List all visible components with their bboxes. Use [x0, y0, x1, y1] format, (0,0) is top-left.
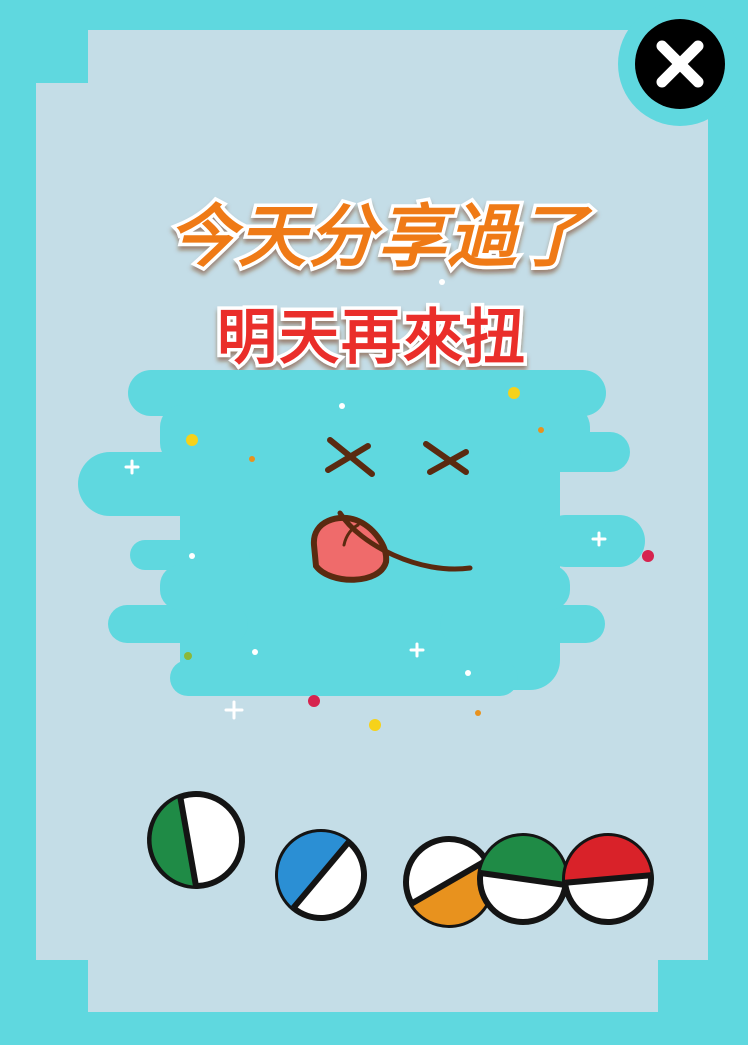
title-text: 今天分享過了: [168, 198, 593, 277]
subtitle-group: 明天再來扭: [214, 300, 529, 377]
popup-canvas: 今天分享過了 明天再來扭: [0, 0, 748, 1045]
subtitle-text: 明天再來扭: [217, 303, 527, 373]
close-button[interactable]: [618, 2, 742, 126]
title-group: 今天分享過了: [164, 195, 594, 281]
